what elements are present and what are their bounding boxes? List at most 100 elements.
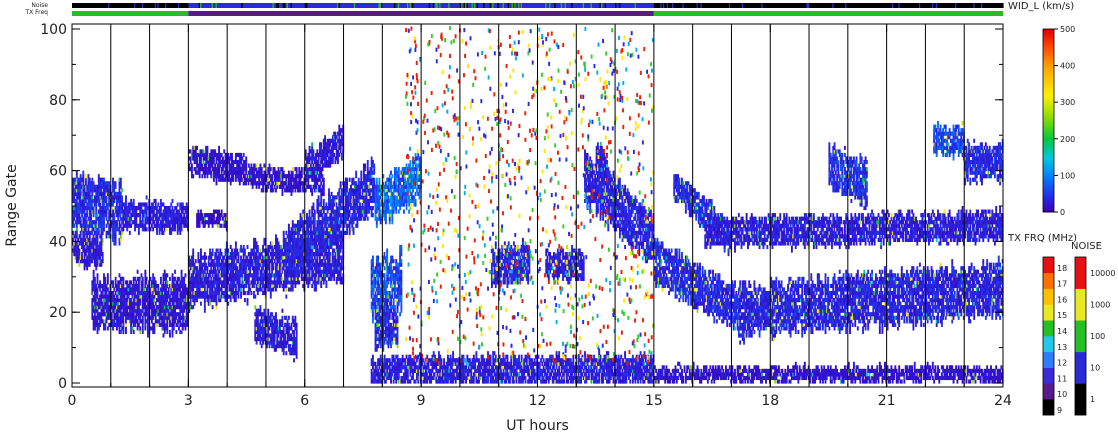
echo-cell — [115, 223, 118, 228]
echo-cell — [218, 290, 221, 296]
txfreq-segment — [188, 11, 654, 16]
echo-cell — [108, 216, 111, 221]
echo-cell — [352, 220, 355, 225]
echo-cell — [180, 301, 183, 306]
echo-cell — [103, 223, 105, 228]
echo-cell — [299, 269, 302, 274]
echo-cell — [373, 167, 376, 172]
echo-cell — [106, 326, 109, 331]
echo-cell — [338, 252, 341, 257]
echo-cell — [176, 294, 179, 299]
echo-cell — [165, 301, 167, 306]
echo-cell — [119, 308, 122, 313]
echo-cell — [285, 294, 288, 299]
echo-cell — [83, 255, 86, 260]
echo-cell — [315, 241, 317, 246]
echo-cell — [234, 283, 237, 289]
echo-cell — [168, 223, 171, 228]
echo-cell — [307, 234, 310, 239]
echo-cell — [219, 248, 222, 253]
echo-cell — [159, 209, 162, 214]
echo-cell — [146, 333, 149, 338]
echo-cell — [126, 308, 129, 313]
echo-cell — [122, 280, 125, 285]
echo-cell — [273, 259, 276, 264]
echo-cell — [234, 287, 237, 292]
echo-cell — [194, 149, 197, 154]
echo-cell — [176, 290, 179, 296]
echo-cell — [325, 248, 328, 253]
echo-cell — [106, 276, 109, 281]
echo-cell — [172, 280, 175, 285]
echo-cell — [82, 241, 85, 246]
echo-cell — [152, 202, 155, 207]
echo-cell — [144, 273, 147, 278]
echo-cell — [221, 174, 224, 179]
echo-cell — [157, 202, 160, 207]
echo-cell — [313, 220, 316, 225]
echo-cell — [130, 322, 133, 327]
echo-cell — [300, 248, 303, 253]
echo-cell — [174, 227, 177, 232]
echo-cell — [96, 329, 99, 335]
echo-cell — [172, 301, 175, 306]
echo-cell — [256, 244, 259, 250]
echo-cell — [92, 244, 95, 250]
echo-cell — [247, 280, 250, 285]
echo-cell — [168, 294, 171, 299]
echo-cell — [99, 280, 102, 285]
echo-cell — [295, 244, 298, 250]
echo-cell — [92, 234, 95, 239]
echo-cell — [328, 191, 330, 196]
echo-cell — [263, 255, 266, 260]
echo-cell — [256, 248, 259, 253]
echo-cell — [97, 174, 100, 179]
echo-cell — [101, 230, 104, 235]
echo-cell — [214, 266, 217, 271]
echo-cell — [331, 223, 334, 228]
echo-cell — [223, 149, 226, 154]
echo-cell — [88, 230, 91, 235]
echo-cell — [145, 213, 148, 218]
echo-cell — [233, 280, 236, 285]
echo-cell — [159, 198, 162, 204]
echo-cell — [202, 149, 205, 154]
echo-cell — [125, 326, 127, 331]
echo-cell — [162, 220, 165, 225]
echo-cell — [79, 220, 82, 225]
echo-cell — [277, 241, 280, 246]
echo-cell — [206, 269, 209, 274]
txfreq-strip — [72, 11, 1003, 16]
echo-cell — [92, 273, 95, 278]
echo-cell — [95, 209, 98, 214]
echo-cell — [96, 259, 99, 264]
noise-strip — [72, 3, 1004, 8]
echo-cell — [330, 191, 333, 196]
echo-cell — [221, 259, 224, 264]
echo-cell — [316, 244, 319, 250]
echo-cell — [373, 177, 376, 182]
echo-cell — [113, 216, 116, 221]
echo-cell — [125, 195, 127, 200]
echo-cell — [255, 241, 258, 246]
echo-cell — [119, 177, 122, 182]
echo-cell — [112, 209, 114, 214]
echo-cell — [75, 223, 78, 228]
echo-cell — [156, 227, 158, 232]
echo-cell — [249, 266, 252, 271]
echo-cell — [168, 329, 171, 335]
echo-cell — [159, 206, 162, 211]
echo-cell — [302, 213, 305, 218]
echo-cell — [218, 170, 221, 175]
echo-cell — [174, 223, 177, 228]
echo-cell — [329, 252, 332, 257]
echo-cell — [178, 276, 180, 281]
echo-cell — [316, 259, 319, 264]
echo-cell — [337, 216, 339, 221]
echo-cell — [175, 206, 178, 211]
echo-cell — [360, 170, 363, 175]
echo-cell — [135, 209, 138, 214]
echo-cell — [296, 252, 299, 257]
echo-cell — [137, 283, 140, 289]
echo-cell — [339, 230, 342, 235]
